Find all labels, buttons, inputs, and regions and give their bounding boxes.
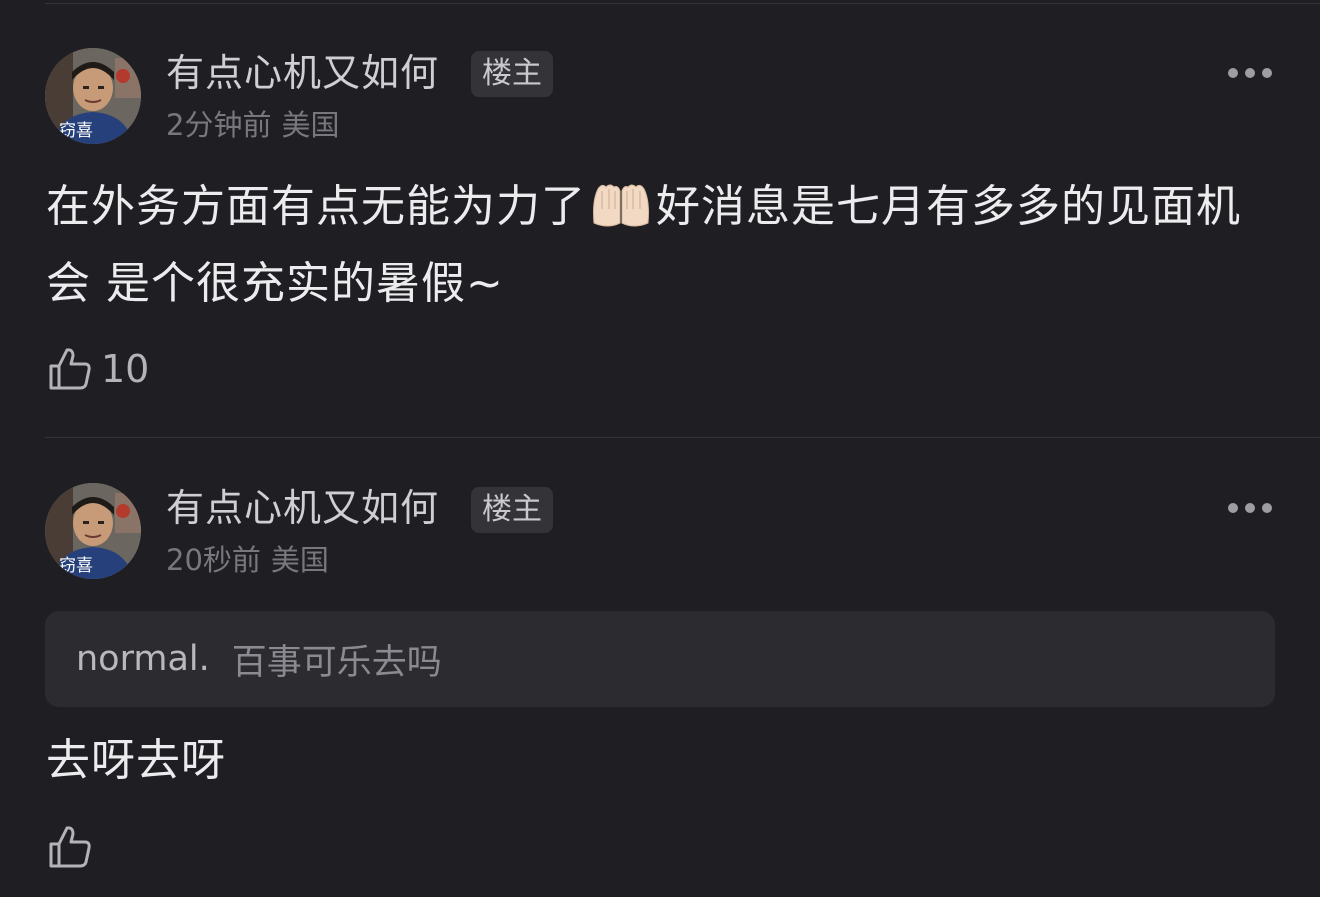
- quoted-reply[interactable]: normal. 百事可乐去吗: [45, 611, 1275, 707]
- comment-text-part1: 在外务方面有点无能为力了: [46, 181, 586, 232]
- avatar-caption: 窃喜: [59, 121, 93, 141]
- comment-meta: 2分钟前 美国: [166, 107, 339, 143]
- quoted-text: 百事可乐去吗: [231, 642, 442, 683]
- timestamp: 20秒前: [166, 543, 261, 577]
- username[interactable]: 有点心机又如何: [166, 50, 439, 96]
- comment-text: 去呀去呀: [46, 735, 226, 786]
- timestamp: 2分钟前: [166, 108, 272, 142]
- thumbs-up-icon: [49, 348, 91, 390]
- location: 美国: [281, 108, 340, 142]
- avatar[interactable]: 窃喜: [45, 48, 141, 144]
- comment-thread: 窃喜 有点心机又如何 楼主 2分钟前 美国 在外务方面有点无能为力了 好消息是七月…: [0, 0, 1320, 897]
- like-button[interactable]: [47, 824, 101, 870]
- comment-text: 在外务方面有点无能为力了 好消息是七月有多多的见面机会 是个很充实的暑假~: [46, 168, 1260, 322]
- raised-hands-emoji-icon: [593, 184, 649, 227]
- divider: [45, 3, 1320, 4]
- username[interactable]: 有点心机又如何: [166, 485, 439, 531]
- op-badge: 楼主: [471, 51, 553, 97]
- more-options-icon[interactable]: [1228, 501, 1272, 515]
- more-options-icon[interactable]: [1228, 66, 1272, 80]
- avatar-image: 窃喜: [45, 48, 141, 144]
- op-badge: 楼主: [471, 487, 553, 533]
- avatar-image: 窃喜: [45, 483, 141, 579]
- avatar[interactable]: 窃喜: [45, 483, 141, 579]
- quoted-author: normal.: [76, 639, 210, 679]
- thumbs-up-icon: [49, 826, 91, 868]
- location: 美国: [270, 543, 329, 577]
- like-button[interactable]: 10: [47, 346, 149, 392]
- comment-meta: 20秒前 美国: [166, 542, 329, 578]
- like-count: 10: [101, 347, 150, 391]
- avatar-caption: 窃喜: [59, 556, 93, 576]
- divider: [45, 437, 1320, 438]
